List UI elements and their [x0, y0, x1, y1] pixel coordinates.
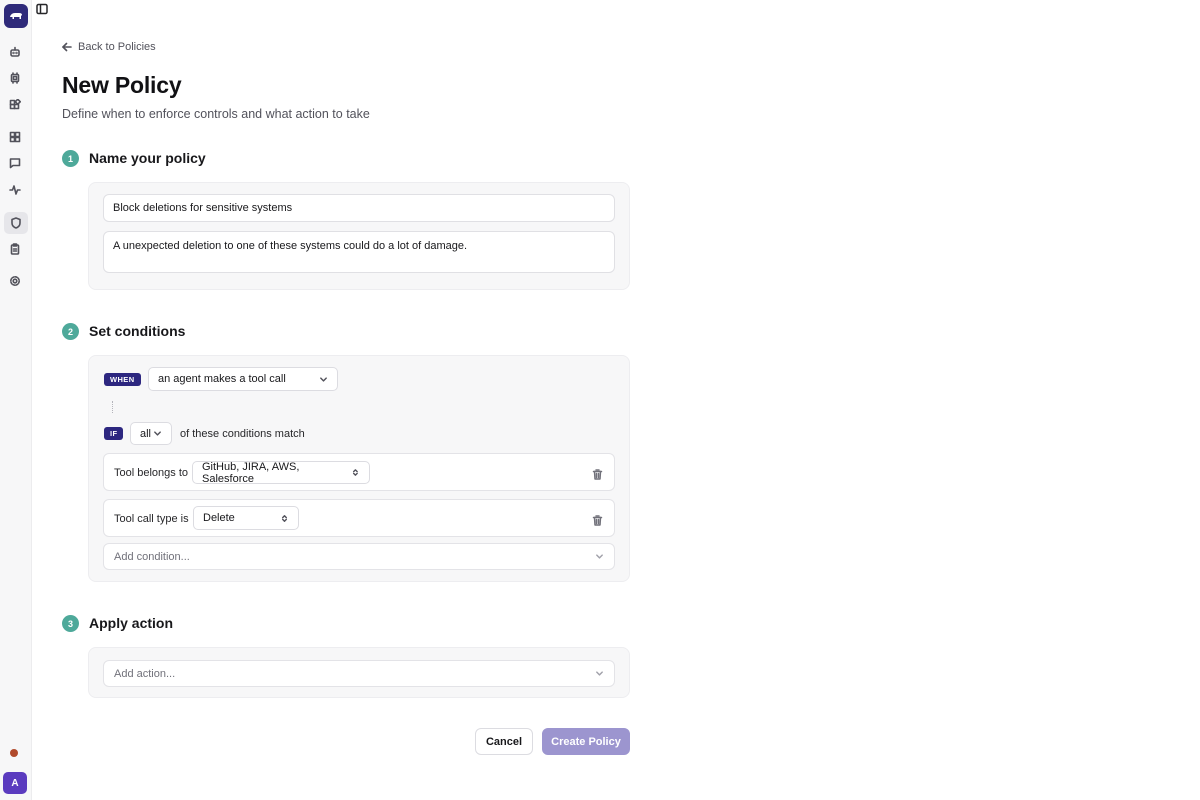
policy-name-input[interactable]: Block deletions for sensitive systems: [103, 194, 615, 222]
trash-icon: [592, 469, 603, 480]
back-link-label: Back to Policies: [78, 41, 156, 53]
page-subtitle: Define when to enforce controls and what…: [62, 107, 370, 121]
chevron-down-icon: [596, 554, 603, 559]
step-1-title: Name your policy: [89, 150, 206, 166]
condition-value: GitHub, JIRA, AWS, Salesforce: [202, 460, 300, 485]
sidebar: A: [0, 0, 32, 800]
chevron-down-icon: [154, 431, 161, 436]
condition-value-select[interactable]: GitHub, JIRA, AWS, Salesforce: [192, 460, 370, 485]
dashboard-icon[interactable]: [6, 128, 24, 146]
condition-label: Tool call type is: [114, 513, 189, 525]
gear-icon[interactable]: [6, 272, 24, 290]
when-tag: WHEN: [104, 373, 141, 386]
chevron-updown-icon: [281, 514, 288, 522]
chat-icon[interactable]: [6, 154, 24, 172]
condition-row: Tool belongs to GitHub, JIRA, AWS, Sales…: [103, 453, 615, 491]
add-condition-placeholder: Add condition...: [114, 550, 190, 563]
trash-icon: [592, 515, 603, 526]
shield-icon[interactable]: [4, 212, 28, 234]
trigger-select[interactable]: an agent makes a tool call: [148, 367, 338, 391]
condition-value: Delete: [203, 512, 235, 524]
activity-icon[interactable]: [6, 181, 24, 199]
chevron-down-icon: [596, 671, 603, 676]
if-tag: IF: [104, 427, 124, 440]
delete-condition-button[interactable]: [592, 467, 603, 480]
step-3-title: Apply action: [89, 615, 174, 631]
trigger-select-value: an agent makes a tool call: [158, 373, 286, 385]
clipboard-icon[interactable]: [6, 240, 24, 258]
sidebar-toggle-icon[interactable]: [36, 2, 50, 16]
connector-line: [112, 401, 114, 413]
robot-icon[interactable]: [6, 43, 24, 61]
condition-row: Tool call type is Delete: [103, 499, 615, 537]
brand-logo-icon[interactable]: [4, 4, 28, 28]
avatar[interactable]: A: [3, 772, 27, 794]
step-3-badge: 3: [62, 615, 79, 632]
add-condition-select[interactable]: Add condition...: [103, 543, 615, 570]
cpu-icon[interactable]: [6, 69, 24, 87]
arrow-left-icon: [62, 42, 72, 52]
condition-label: Tool belongs to: [114, 467, 188, 479]
cancel-button[interactable]: Cancel: [475, 728, 533, 755]
match-mode-select[interactable]: all: [130, 422, 172, 445]
create-policy-button[interactable]: Create Policy: [542, 728, 630, 755]
condition-value-select[interactable]: Delete: [193, 506, 299, 530]
add-action-select[interactable]: Add action...: [103, 660, 615, 687]
chevron-updown-icon: [353, 469, 359, 476]
step-2-badge: 2: [62, 323, 79, 340]
status-indicator: [10, 749, 18, 757]
policy-description-textarea[interactable]: A unexpected deletion to one of these sy…: [103, 231, 615, 273]
back-to-policies-link[interactable]: Back to Policies: [62, 41, 156, 53]
page-title: New Policy: [62, 72, 182, 98]
match-mode-value: all: [140, 427, 152, 440]
integrations-icon[interactable]: [6, 96, 24, 114]
chevron-down-icon: [320, 376, 327, 382]
app-root: A Back to Policies New Policy Define whe…: [0, 0, 1200, 800]
match-suffix-text: of these conditions match: [180, 428, 305, 440]
step-1-badge: 1: [62, 150, 79, 167]
add-action-placeholder: Add action...: [114, 667, 176, 680]
step-2-title: Set conditions: [89, 323, 186, 339]
delete-condition-button[interactable]: [592, 513, 603, 526]
